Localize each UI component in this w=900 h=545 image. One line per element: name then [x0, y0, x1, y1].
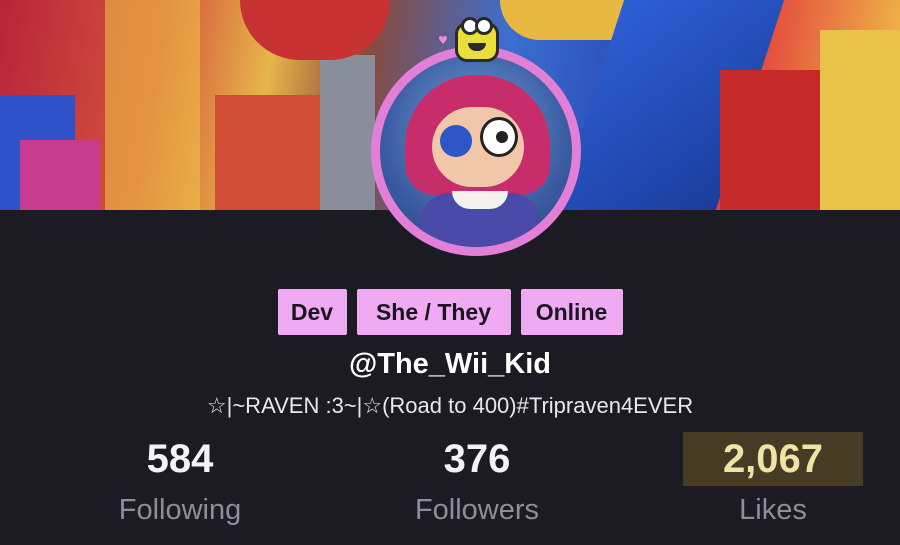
stat-following[interactable]: 584 Following	[70, 432, 290, 527]
stat-followers[interactable]: 376 Followers	[367, 432, 587, 527]
profile-tags: Dev She / They Online	[0, 289, 900, 335]
frog-icon	[455, 17, 499, 62]
avatar-image	[380, 55, 572, 247]
username: @The_Wii_Kid	[348, 348, 552, 380]
following-label: Following	[118, 494, 242, 526]
tag-dev: Dev	[277, 289, 347, 335]
profile-bio: ☆|~RAVEN :3~|☆(Road to 400)#Tripraven4EV…	[206, 393, 694, 418]
likes-count: 2,067	[682, 432, 864, 486]
stat-likes[interactable]: 2,067 Likes	[663, 432, 883, 527]
heart-icon: ♥	[438, 34, 448, 47]
followers-count: 376	[443, 437, 511, 481]
avatar[interactable]	[371, 46, 581, 256]
following-count: 584	[146, 437, 214, 481]
followers-label: Followers	[414, 494, 540, 526]
likes-label: Likes	[739, 494, 807, 526]
tag-pronouns: She / They	[356, 289, 511, 335]
tag-online-status: Online	[520, 289, 623, 335]
